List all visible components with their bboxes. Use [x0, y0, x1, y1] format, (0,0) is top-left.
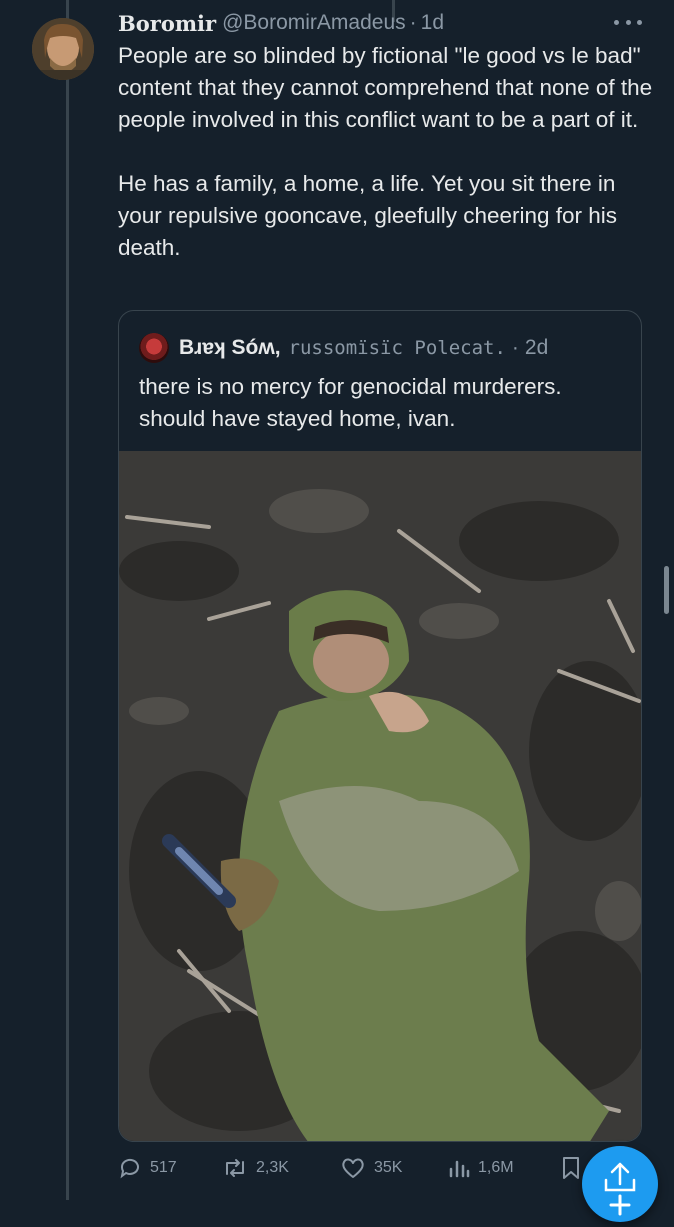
views-chart-icon [449, 1160, 470, 1178]
like-count: 35K [374, 1159, 403, 1176]
thread-line [66, 0, 69, 1200]
more-horizontal-icon[interactable] [614, 12, 642, 32]
reply-icon [120, 1158, 139, 1179]
tweet-header: Boromir @BoromirAmadeus · 1d [118, 9, 444, 37]
reply-button[interactable]: 517 [118, 1150, 177, 1186]
author-handle[interactable]: @BoromirAmadeus [222, 11, 406, 35]
author-name[interactable]: Boromir [118, 11, 216, 36]
view-count: 1,6M [478, 1159, 514, 1176]
quoted-separator-dot: · [511, 336, 519, 359]
compose-fab-button[interactable] [582, 1146, 658, 1222]
quoted-author-avatar [139, 333, 169, 363]
soldier-on-ground-photo [119, 451, 641, 1141]
quoted-tweet-card[interactable]: Bɹɐʞ Sóʍ, russomïsïc Polecat. · 2d there… [118, 310, 642, 1142]
like-button[interactable]: 35K [340, 1150, 402, 1186]
avatar-photo [32, 18, 94, 80]
retweet-count: 2,3K [256, 1159, 289, 1176]
views-button[interactable]: 1,6M [448, 1150, 514, 1186]
scrollbar-thumb[interactable] [664, 566, 669, 614]
tweet-timestamp[interactable]: 1d [421, 11, 444, 35]
author-avatar[interactable] [32, 18, 94, 80]
tweet-text: People are so blinded by fictional "le g… [118, 43, 653, 260]
quoted-author-name: Bɹɐʞ Sóʍ, [179, 336, 281, 359]
separator-dot: · [409, 11, 417, 34]
retweet-button[interactable]: 2,3K [222, 1150, 289, 1186]
tweet-action-bar: 517 2,3K 35K 1,6M [118, 1150, 658, 1186]
quoted-tweet-header: Bɹɐʞ Sóʍ, russomïsïc Polecat. · 2d [179, 333, 548, 363]
quoted-tweet-image[interactable] [119, 451, 641, 1141]
retweet-icon [226, 1159, 244, 1177]
quoted-author-handle: russomïsïc Polecat. [288, 337, 506, 359]
quoted-tweet-text: there is no mercy for genocidal murderer… [139, 374, 562, 431]
quoted-timestamp: 2d [524, 336, 549, 359]
bookmark-icon [563, 1157, 579, 1179]
share-plus-icon [604, 1162, 636, 1216]
heart-icon [342, 1158, 364, 1178]
reply-count: 517 [150, 1159, 177, 1176]
